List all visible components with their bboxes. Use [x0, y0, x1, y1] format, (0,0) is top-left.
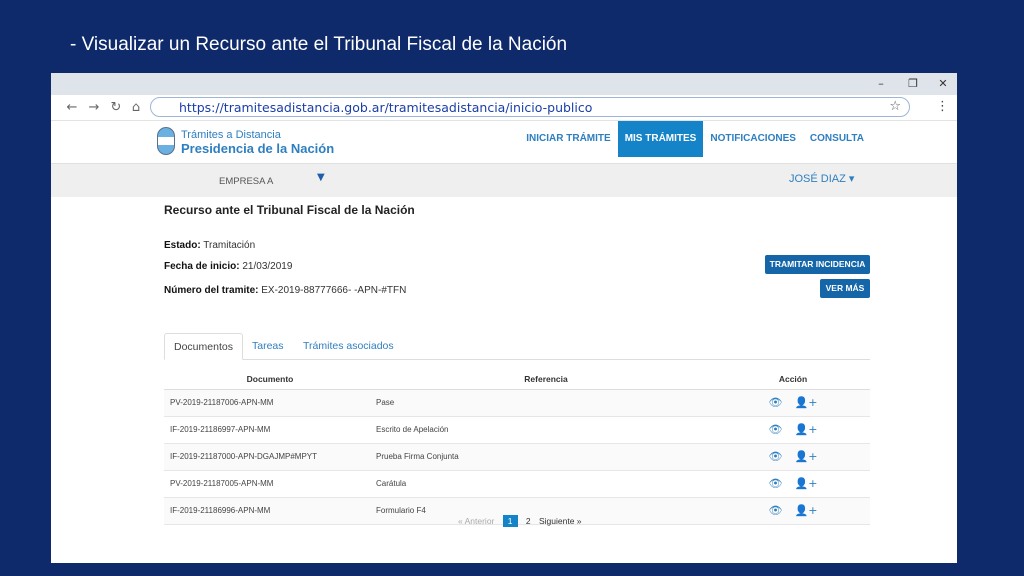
view-eye-icon[interactable]: 👁	[769, 396, 783, 409]
ver-mas-button[interactable]: VER MÁS	[820, 279, 870, 298]
documento-cell: IF-2019-21186997-APN-MM	[164, 416, 376, 444]
fecha-label: Fecha de inicio:	[164, 261, 240, 272]
tab-bar: Documentos Tareas Trámites asociados	[164, 333, 870, 360]
browser-menu-icon[interactable]: ⋮	[936, 99, 949, 114]
referencia-cell: Pase	[376, 389, 716, 417]
referencia-cell: Carátula	[376, 470, 716, 498]
accion-cell: 👁 👤+	[716, 443, 870, 471]
accion-cell: 👁 👤+	[716, 497, 870, 525]
tab-tramites-asociados[interactable]: Trámites asociados	[303, 333, 394, 360]
logo-line1: Trámites a Distancia	[181, 129, 281, 141]
tab-documentos[interactable]: Documentos	[164, 333, 243, 360]
numero-field: Número del tramite: EX-2019-88777666- -A…	[164, 285, 406, 296]
table-row: IF-2019-21187000-APN-DGAJMP#MPYT Prueba …	[164, 443, 870, 471]
col-documento: Documento	[164, 369, 376, 390]
add-user-icon[interactable]: 👤+	[795, 450, 818, 463]
maximize-icon[interactable]: ❐	[905, 76, 921, 92]
main-content: Recurso ante el Tribunal Fiscal de la Na…	[51, 197, 957, 537]
add-user-icon[interactable]: 👤+	[795, 423, 818, 436]
documento-cell: PV-2019-21187006-APN-MM	[164, 389, 376, 417]
nav-iniciar-tramite[interactable]: INICIAR TRÁMITE	[519, 121, 617, 157]
browser-titlebar: – ❐ ✕	[51, 73, 957, 95]
estado-field: Estado: Tramitación	[164, 240, 255, 251]
site-header: Trámites a Distancia Presidencia de la N…	[51, 121, 957, 163]
forward-icon[interactable]: →	[85, 99, 103, 117]
accion-cell: 👁 👤+	[716, 389, 870, 417]
page-title: Recurso ante el Tribunal Fiscal de la Na…	[164, 203, 415, 217]
numero-label: Número del tramite:	[164, 285, 259, 296]
back-icon[interactable]: ←	[63, 99, 81, 117]
page-2[interactable]: 2	[526, 516, 531, 526]
company-selector[interactable]: EMPRESA A	[219, 176, 273, 187]
accion-cell: 👁 👤+	[716, 470, 870, 498]
add-user-icon[interactable]: 👤+	[795, 396, 818, 409]
coat-of-arms-icon	[157, 127, 175, 155]
view-eye-icon[interactable]: 👁	[769, 450, 783, 463]
reload-icon[interactable]: ↻	[107, 99, 125, 117]
referencia-cell: Prueba Firma Conjunta	[376, 443, 716, 471]
nav-consulta[interactable]: CONSULTA	[803, 121, 871, 157]
table-row: PV-2019-21187005-APN-MM Carátula 👁 👤+	[164, 470, 870, 498]
fecha-value: 21/03/2019	[242, 261, 293, 272]
minimize-icon[interactable]: –	[873, 76, 889, 92]
top-nav: INICIAR TRÁMITE MIS TRÁMITES NOTIFICACIO…	[519, 121, 871, 163]
address-bar[interactable]: https://tramitesadistancia.gob.ar/tramit…	[150, 97, 910, 117]
logo-line2: Presidencia de la Nación	[181, 141, 335, 156]
documento-cell: PV-2019-21187005-APN-MM	[164, 470, 376, 498]
documents-table: Documento Referencia Acción PV-2019-2118…	[164, 369, 870, 525]
nav-mis-tramites[interactable]: MIS TRÁMITES	[617, 121, 704, 157]
referencia-cell: Escrito de Apelación	[376, 416, 716, 444]
table-row: PV-2019-21187006-APN-MM Pase 👁 👤+	[164, 389, 870, 417]
browser-window: – ❐ ✕ ← → ↻ ⌂ https://tramitesadistancia…	[51, 73, 957, 563]
home-icon[interactable]: ⌂	[127, 99, 145, 117]
site-logo[interactable]: Trámites a Distancia Presidencia de la N…	[157, 127, 337, 159]
accion-cell: 👁 👤+	[716, 416, 870, 444]
estado-label: Estado:	[164, 240, 201, 251]
tramitar-incidencia-button[interactable]: TRAMITAR INCIDENCIA	[765, 255, 870, 274]
bookmark-star-icon[interactable]: ☆	[889, 99, 901, 114]
user-menu[interactable]: JOSÉ DIAZ ▾	[789, 172, 854, 185]
fecha-field: Fecha de inicio: 21/03/2019	[164, 261, 292, 272]
pagination-next[interactable]: Siguiente »	[539, 516, 582, 526]
page-1[interactable]: 1	[502, 515, 518, 527]
add-user-icon[interactable]: 👤+	[795, 477, 818, 490]
url-text[interactable]: https://tramitesadistancia.gob.ar/tramit…	[179, 100, 592, 115]
documento-cell: IF-2019-21186996-APN-MM	[164, 497, 376, 525]
table-row: IF-2019-21186997-APN-MM Escrito de Apela…	[164, 416, 870, 444]
col-accion: Acción	[716, 369, 870, 390]
view-eye-icon[interactable]: 👁	[769, 504, 783, 517]
pagination-prev[interactable]: « Anterior	[458, 516, 494, 526]
view-eye-icon[interactable]: 👁	[769, 423, 783, 436]
browser-toolbar: ← → ↻ ⌂ https://tramitesadistancia.gob.a…	[51, 95, 957, 121]
pagination: « Anterior 1 2 Siguiente »	[458, 515, 588, 527]
nav-notificaciones[interactable]: NOTIFICACIONES	[703, 121, 803, 157]
col-referencia: Referencia	[376, 369, 716, 390]
slide-title: - Visualizar un Recurso ante el Tribunal…	[70, 34, 568, 55]
view-eye-icon[interactable]: 👁	[769, 477, 783, 490]
tab-tareas[interactable]: Tareas	[252, 333, 284, 360]
close-icon[interactable]: ✕	[935, 76, 951, 92]
context-bar: EMPRESA A ▼ JOSÉ DIAZ ▾	[51, 163, 957, 197]
estado-value: Tramitación	[203, 240, 256, 251]
numero-value: EX-2019-88777666- -APN-#TFN	[261, 285, 407, 296]
dropdown-caret-icon[interactable]: ▼	[317, 172, 325, 183]
add-user-icon[interactable]: 👤+	[795, 504, 818, 517]
documento-cell: IF-2019-21187000-APN-DGAJMP#MPYT	[164, 443, 376, 471]
